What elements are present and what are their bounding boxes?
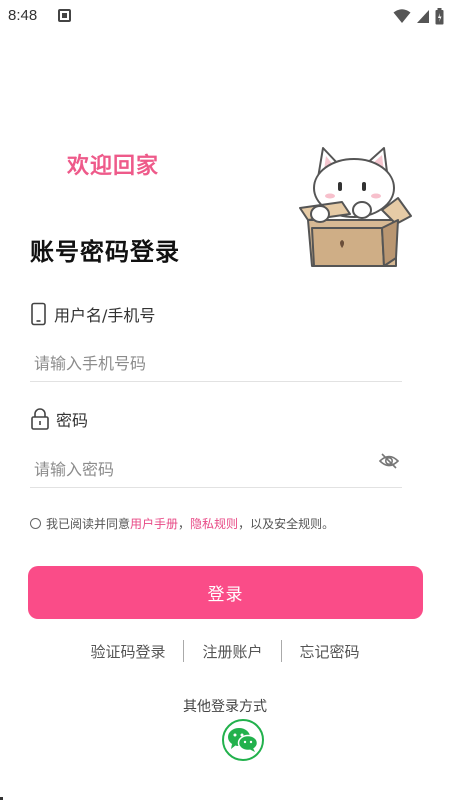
forgot-password-link[interactable]: 忘记密码 <box>282 641 378 662</box>
password-label-text: 密码 <box>56 411 89 430</box>
sms-login-link[interactable]: 验证码登录 <box>72 641 183 662</box>
wechat-icon <box>228 728 259 752</box>
password-label: 密码 <box>30 406 88 432</box>
username-label: 用户名/手机号 <box>30 301 155 327</box>
username-input[interactable] <box>30 346 402 382</box>
agreement-prefix: 我已阅读并同意 <box>46 517 131 531</box>
page-title: 账号密码登录 <box>30 238 180 266</box>
privacy-link[interactable]: 隐私规则 <box>190 515 238 532</box>
auth-links: 验证码登录 注册账户 忘记密码 <box>0 640 450 662</box>
notification-icon <box>58 9 71 22</box>
welcome-text: 欢迎回家 <box>67 154 160 179</box>
username-label-text: 用户名/手机号 <box>54 306 156 325</box>
status-bar: 8:48 <box>0 0 450 32</box>
register-link[interactable]: 注册账户 <box>184 641 280 662</box>
phone-icon <box>31 302 46 326</box>
user-manual-link[interactable]: 用户手册 <box>130 515 178 532</box>
lock-icon <box>31 408 49 430</box>
password-input[interactable] <box>30 452 402 488</box>
signal-icon <box>417 10 429 23</box>
agreement-suffix: ，以及安全规则。 <box>238 517 335 531</box>
agreement-checkbox[interactable] <box>30 518 41 529</box>
status-icons <box>393 6 444 26</box>
wechat-login-button[interactable] <box>222 719 264 761</box>
login-button[interactable]: 登录 <box>28 566 423 619</box>
cat-in-box-illustration <box>299 147 412 267</box>
other-login-title: 其他登录方式 <box>183 699 267 715</box>
battery-icon <box>435 7 444 24</box>
wifi-icon <box>393 9 411 23</box>
eye-off-icon[interactable] <box>378 450 400 472</box>
status-time: 8:48 <box>8 7 38 24</box>
agreement-separator: ， <box>178 517 191 531</box>
agreement-row: 我已阅读并同意 用户手册 ， 隐私规则 ，以及安全规则。 <box>30 515 334 532</box>
